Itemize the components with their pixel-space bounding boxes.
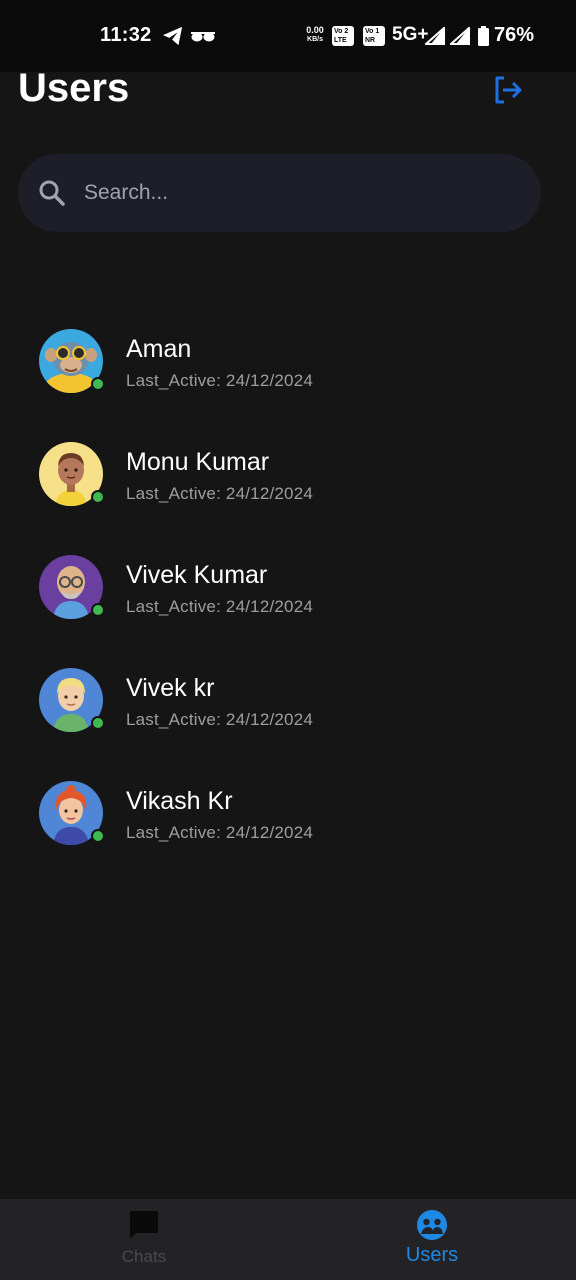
user-name: Vivek kr [126,674,215,702]
user-last-active: Last_Active: 24/12/2024 [126,823,314,842]
network-speed: 0.00 KB/s [302,25,328,45]
chat-bubble-icon [130,1211,158,1239]
volte-sim2-icon: Vo 1 NR [363,26,385,46]
bottom-navigation: Chats Users [0,1199,576,1280]
volte-sim1-icon: Vo 2 LTE [332,26,354,46]
avatar-container [39,442,105,506]
user-list-item[interactable]: Aman Last_Active: 24/12/2024 [0,310,576,423]
signal-sim1-icon [425,27,445,45]
online-status-dot [91,829,105,843]
user-list-item[interactable]: Monu Kumar Last_Active: 24/12/2024 [0,423,576,536]
online-status-dot [91,490,105,504]
network-speed-unit: KB/s [307,36,323,43]
user-name: Vivek Kumar [126,561,268,589]
signal-sim2-icon [450,27,470,45]
avatar-container [39,781,105,845]
incognito-glasses-icon [191,32,215,42]
screen: 11:32 0.00 KB/s Vo 2 LTE Vo 1 NR 5G+ 76% [0,0,576,1280]
telegram-icon [163,26,183,46]
network-type: 5G+ [392,24,429,45]
network-speed-value: 0.00 [306,25,324,35]
battery-icon [478,26,489,46]
user-list-item[interactable]: Vivek Kumar Last_Active: 24/12/2024 [0,536,576,649]
online-status-dot [91,377,105,391]
nav-tab-chats[interactable]: Chats [0,1199,288,1280]
user-list-item[interactable]: Vikash Kr Last_Active: 24/12/2024 [0,762,576,875]
user-last-active: Last_Active: 24/12/2024 [126,371,314,390]
avatar-container [39,668,105,732]
online-status-dot [91,603,105,617]
user-name: Aman [126,335,192,363]
nav-tab-users[interactable]: Users [288,1199,576,1280]
avatar-container [39,555,105,619]
status-bar: 11:32 0.00 KB/s Vo 2 LTE Vo 1 NR 5G+ 76% [0,0,576,72]
search-input[interactable] [84,168,504,218]
user-list: Aman Last_Active: 24/12/2024 Monu Kumar … [0,310,576,875]
page-title: Users [18,66,130,110]
user-last-active: Last_Active: 24/12/2024 [126,710,314,729]
battery-percent: 76% [494,24,535,46]
users-icon [417,1210,447,1240]
search-icon [39,180,65,206]
user-last-active: Last_Active: 24/12/2024 [126,484,314,503]
search-bar[interactable] [18,154,541,232]
user-name: Monu Kumar [126,448,270,476]
user-name: Vikash Kr [126,787,233,815]
online-status-dot [91,716,105,730]
logout-icon [495,76,522,104]
user-last-active: Last_Active: 24/12/2024 [126,597,314,616]
nav-tab-label: Users [405,1244,459,1266]
status-time: 11:32 [100,24,152,46]
user-list-item[interactable]: Vivek kr Last_Active: 24/12/2024 [0,649,576,762]
nav-tab-label: Chats [121,1247,167,1266]
logout-button[interactable] [490,72,526,108]
avatar-container [39,329,105,393]
